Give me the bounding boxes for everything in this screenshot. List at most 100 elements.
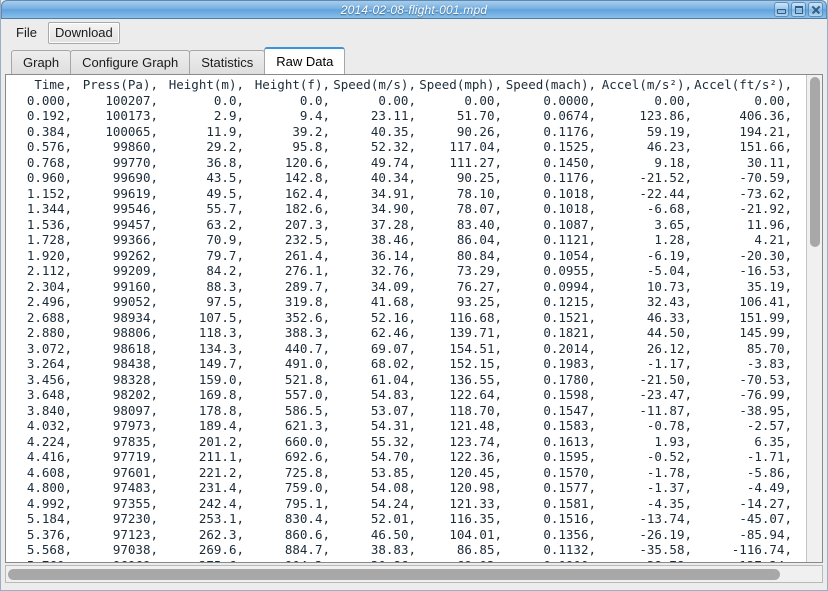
table-cell: 319.8, <box>244 294 330 310</box>
table-cell: 2.496, <box>6 294 72 310</box>
menu-item-download[interactable]: Download <box>48 22 120 44</box>
table-row[interactable]: 5.376,97123,262.3,860.6,46.50,104.01,0.1… <box>6 527 806 543</box>
table-row[interactable]: 5.568,97038,269.6,884.7,38.83,86.85,0.11… <box>6 542 806 558</box>
raw-data-grid: Time,Press(Pa),Height(m),Height(f),Speed… <box>6 75 806 562</box>
table-row[interactable]: 2.880,98806,118.3,388.3,62.46,139.71,0.1… <box>6 325 806 341</box>
table-row[interactable]: 2.496,99052,97.5,319.8,41.68,93.25,0.121… <box>6 294 806 310</box>
table-cell: 0.960, <box>6 170 72 186</box>
table-cell: -0.51 <box>792 263 806 279</box>
raw-data-viewport[interactable]: Time,Press(Pa),Height(m),Height(f),Speed… <box>6 75 806 562</box>
table-cell: 4.224, <box>6 434 72 450</box>
table-cell: 43.5, <box>158 170 244 186</box>
tab-statistics[interactable]: Statistics <box>189 50 265 74</box>
table-cell: 5.568, <box>6 542 72 558</box>
table-cell: 189.4, <box>158 418 244 434</box>
table-row[interactable]: 1.536,99457,63.2,207.3,37.28,83.40,0.108… <box>6 217 806 233</box>
table-cell: 86.04, <box>416 232 502 248</box>
horizontal-scrollbar-thumb[interactable] <box>8 569 780 580</box>
close-button[interactable] <box>808 2 823 17</box>
table-cell: 0.13 <box>792 232 806 248</box>
table-cell: -20.30, <box>692 248 792 264</box>
table-row[interactable]: 3.456,98328,159.0,521.8,61.04,136.55,0.1… <box>6 372 806 388</box>
table-cell: 117.04, <box>416 139 502 155</box>
table-row[interactable]: 1.728,99366,70.9,232.5,38.46,86.04,0.112… <box>6 232 806 248</box>
table-cell: 660.0, <box>244 434 330 450</box>
table-cell: 37.28, <box>330 217 416 233</box>
table-row[interactable]: 3.648,98202,169.8,557.0,54.83,122.64,0.1… <box>6 387 806 403</box>
table-cell: -0.11 <box>792 356 806 372</box>
tab-raw-data[interactable]: Raw Data <box>264 47 345 74</box>
table-cell: 1.536, <box>6 217 72 233</box>
table-cell: 0.00, <box>692 93 792 109</box>
vertical-scrollbar[interactable] <box>806 75 822 562</box>
table-cell: 221.2, <box>158 465 244 481</box>
table-cell: 9.4, <box>244 108 330 124</box>
table-row[interactable]: 4.416,97719,211.1,692.6,54.70,122.36,0.1… <box>6 449 806 465</box>
title-bar[interactable]: 2014-02-08-flight-001.mpd <box>1 0 827 19</box>
table-row[interactable]: 3.840,98097,178.8,586.5,53.07,118.70,0.1… <box>6 403 806 419</box>
table-cell: 96969, <box>72 558 158 563</box>
table-cell: 80.84, <box>416 248 502 264</box>
table-cell: 118.70, <box>416 403 502 419</box>
table-cell: 32.76, <box>330 263 416 279</box>
table-cell: 830.4, <box>244 511 330 527</box>
table-row[interactable]: 0.000,100207,0.0,0.0,0.00,0.00,0.0000,0.… <box>6 93 806 109</box>
table-row[interactable]: 4.032,97973,189.4,621.3,54.31,121.48,0.1… <box>6 418 806 434</box>
table-cell: 3.30 <box>792 294 806 310</box>
vertical-scrollbar-thumb[interactable] <box>810 77 820 247</box>
table-cell: 99160, <box>72 279 158 295</box>
table-cell: 261.4, <box>244 248 330 264</box>
tab-configure-graph[interactable]: Configure Graph <box>70 50 190 74</box>
table-row[interactable]: 1.152,99619,49.5,162.4,34.91,78.10,0.101… <box>6 186 806 202</box>
table-row[interactable]: 2.688,98934,107.5,352.6,52.16,116.68,0.1… <box>6 310 806 326</box>
table-cell: 4.416, <box>6 449 72 465</box>
table-cell: 49.74, <box>330 155 416 171</box>
table-row[interactable]: 2.304,99160,88.3,289.7,34.09,76.27,0.099… <box>6 279 806 295</box>
table-cell: 100173, <box>72 108 158 124</box>
table-cell: 99860, <box>72 139 158 155</box>
table-cell: 70.9, <box>158 232 244 248</box>
table-cell: 123.74, <box>416 434 502 450</box>
table-cell: 99052, <box>72 294 158 310</box>
table-cell: -116.74, <box>692 542 792 558</box>
horizontal-scrollbar[interactable] <box>5 565 823 583</box>
menu-item-file[interactable]: File <box>9 22 44 44</box>
table-cell: 53.07, <box>330 403 416 419</box>
table-row[interactable]: 0.192,100173,2.9,9.4,23.11,51.70,0.0674,… <box>6 108 806 124</box>
table-row[interactable]: 5.760,96969,275.6,904.2,30.86,69.03,0.09… <box>6 558 806 563</box>
table-row[interactable]: 4.800,97483,231.4,759.0,54.08,120.98,0.1… <box>6 480 806 496</box>
table-row[interactable]: 3.264,98438,149.7,491.0,68.02,152.15,0.1… <box>6 356 806 372</box>
table-cell: -21.50, <box>596 372 692 388</box>
table-row[interactable]: 0.768,99770,36.8,120.6,49.74,111.27,0.14… <box>6 155 806 171</box>
table-row[interactable]: 0.384,100065,11.9,39.2,40.35,90.26,0.117… <box>6 124 806 140</box>
minimize-button[interactable] <box>774 2 789 17</box>
table-cell: 120.6, <box>244 155 330 171</box>
table-row[interactable]: 5.184,97230,253.1,830.4,52.01,116.35,0.1… <box>6 511 806 527</box>
table-cell: 692.6, <box>244 449 330 465</box>
table-cell: 0.1356, <box>502 527 596 543</box>
table-cell: 97973, <box>72 418 158 434</box>
table-cell: -2.28 <box>792 186 806 202</box>
table-row[interactable]: 4.608,97601,221.2,725.8,53.85,120.45,0.1… <box>6 465 806 481</box>
table-cell: 85.70, <box>692 341 792 357</box>
table-cell: -1.21 <box>792 403 806 419</box>
table-row[interactable]: 0.576,99860,29.2,95.8,52.32,117.04,0.152… <box>6 139 806 155</box>
table-cell: 0.768, <box>6 155 72 171</box>
table-cell: 2.304, <box>6 279 72 295</box>
table-cell: 0.000, <box>6 93 72 109</box>
table-row[interactable]: 4.992,97355,242.4,795.1,54.24,121.33,0.1… <box>6 496 806 512</box>
table-cell: 0.1054, <box>502 248 596 264</box>
table-row[interactable]: 4.224,97835,201.2,660.0,55.32,123.74,0.1… <box>6 434 806 450</box>
table-row[interactable]: 2.112,99209,84.2,276.1,32.76,73.29,0.095… <box>6 263 806 279</box>
maximize-button[interactable] <box>791 2 806 17</box>
table-row[interactable]: 1.344,99546,55.7,182.6,34.90,78.07,0.101… <box>6 201 806 217</box>
table-cell: 122.36, <box>416 449 502 465</box>
table-cell: 41.68, <box>330 294 416 310</box>
table-cell: 107.5, <box>158 310 244 326</box>
table-row[interactable]: 3.072,98618,134.3,440.7,69.07,154.51,0.2… <box>6 341 806 357</box>
table-row[interactable]: 1.920,99262,79.7,261.4,36.14,80.84,0.105… <box>6 248 806 264</box>
tab-graph[interactable]: Graph <box>11 50 71 74</box>
table-cell: -4.35, <box>596 496 692 512</box>
table-cell: 40.35, <box>330 124 416 140</box>
table-row[interactable]: 0.960,99690,43.5,142.8,40.34,90.25,0.117… <box>6 170 806 186</box>
